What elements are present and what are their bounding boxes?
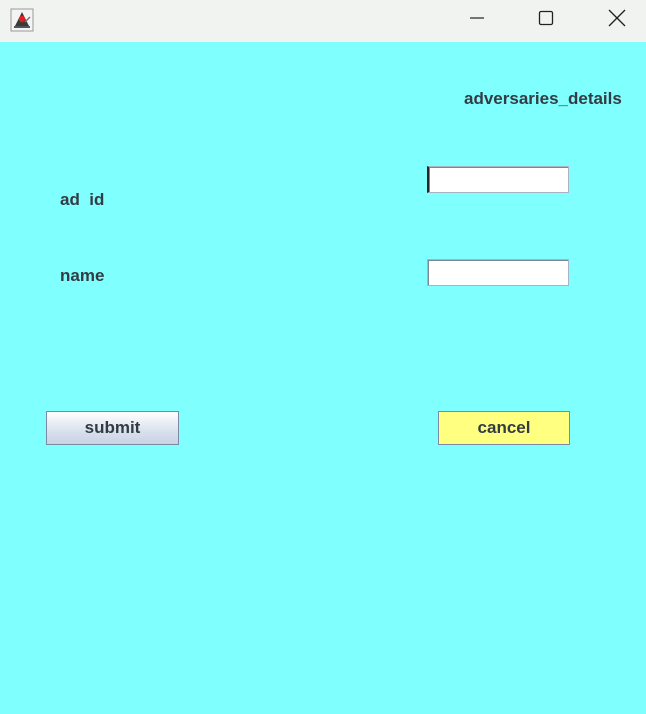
form-panel: adversaries_details ad id name submit ca… <box>0 42 646 714</box>
maximize-icon <box>538 10 554 31</box>
app-window: adversaries_details ad id name submit ca… <box>0 0 646 714</box>
cancel-button-label: cancel <box>477 418 531 437</box>
close-button[interactable] <box>594 0 640 40</box>
submit-button[interactable]: submit <box>46 411 179 445</box>
form-heading: adversaries_details <box>464 89 622 108</box>
ad-id-label: ad id <box>60 190 105 209</box>
name-label: name <box>60 266 105 285</box>
java-duke-icon[interactable] <box>10 8 34 32</box>
close-icon <box>608 9 626 32</box>
minimize-button[interactable] <box>454 0 500 40</box>
cancel-button[interactable]: cancel <box>438 411 570 445</box>
title-bar[interactable] <box>0 0 646 42</box>
ad-id-input[interactable] <box>427 166 569 193</box>
maximize-button[interactable] <box>523 0 569 40</box>
name-input[interactable] <box>427 259 569 286</box>
minimize-icon <box>469 10 485 31</box>
submit-button-label: submit <box>84 418 141 437</box>
